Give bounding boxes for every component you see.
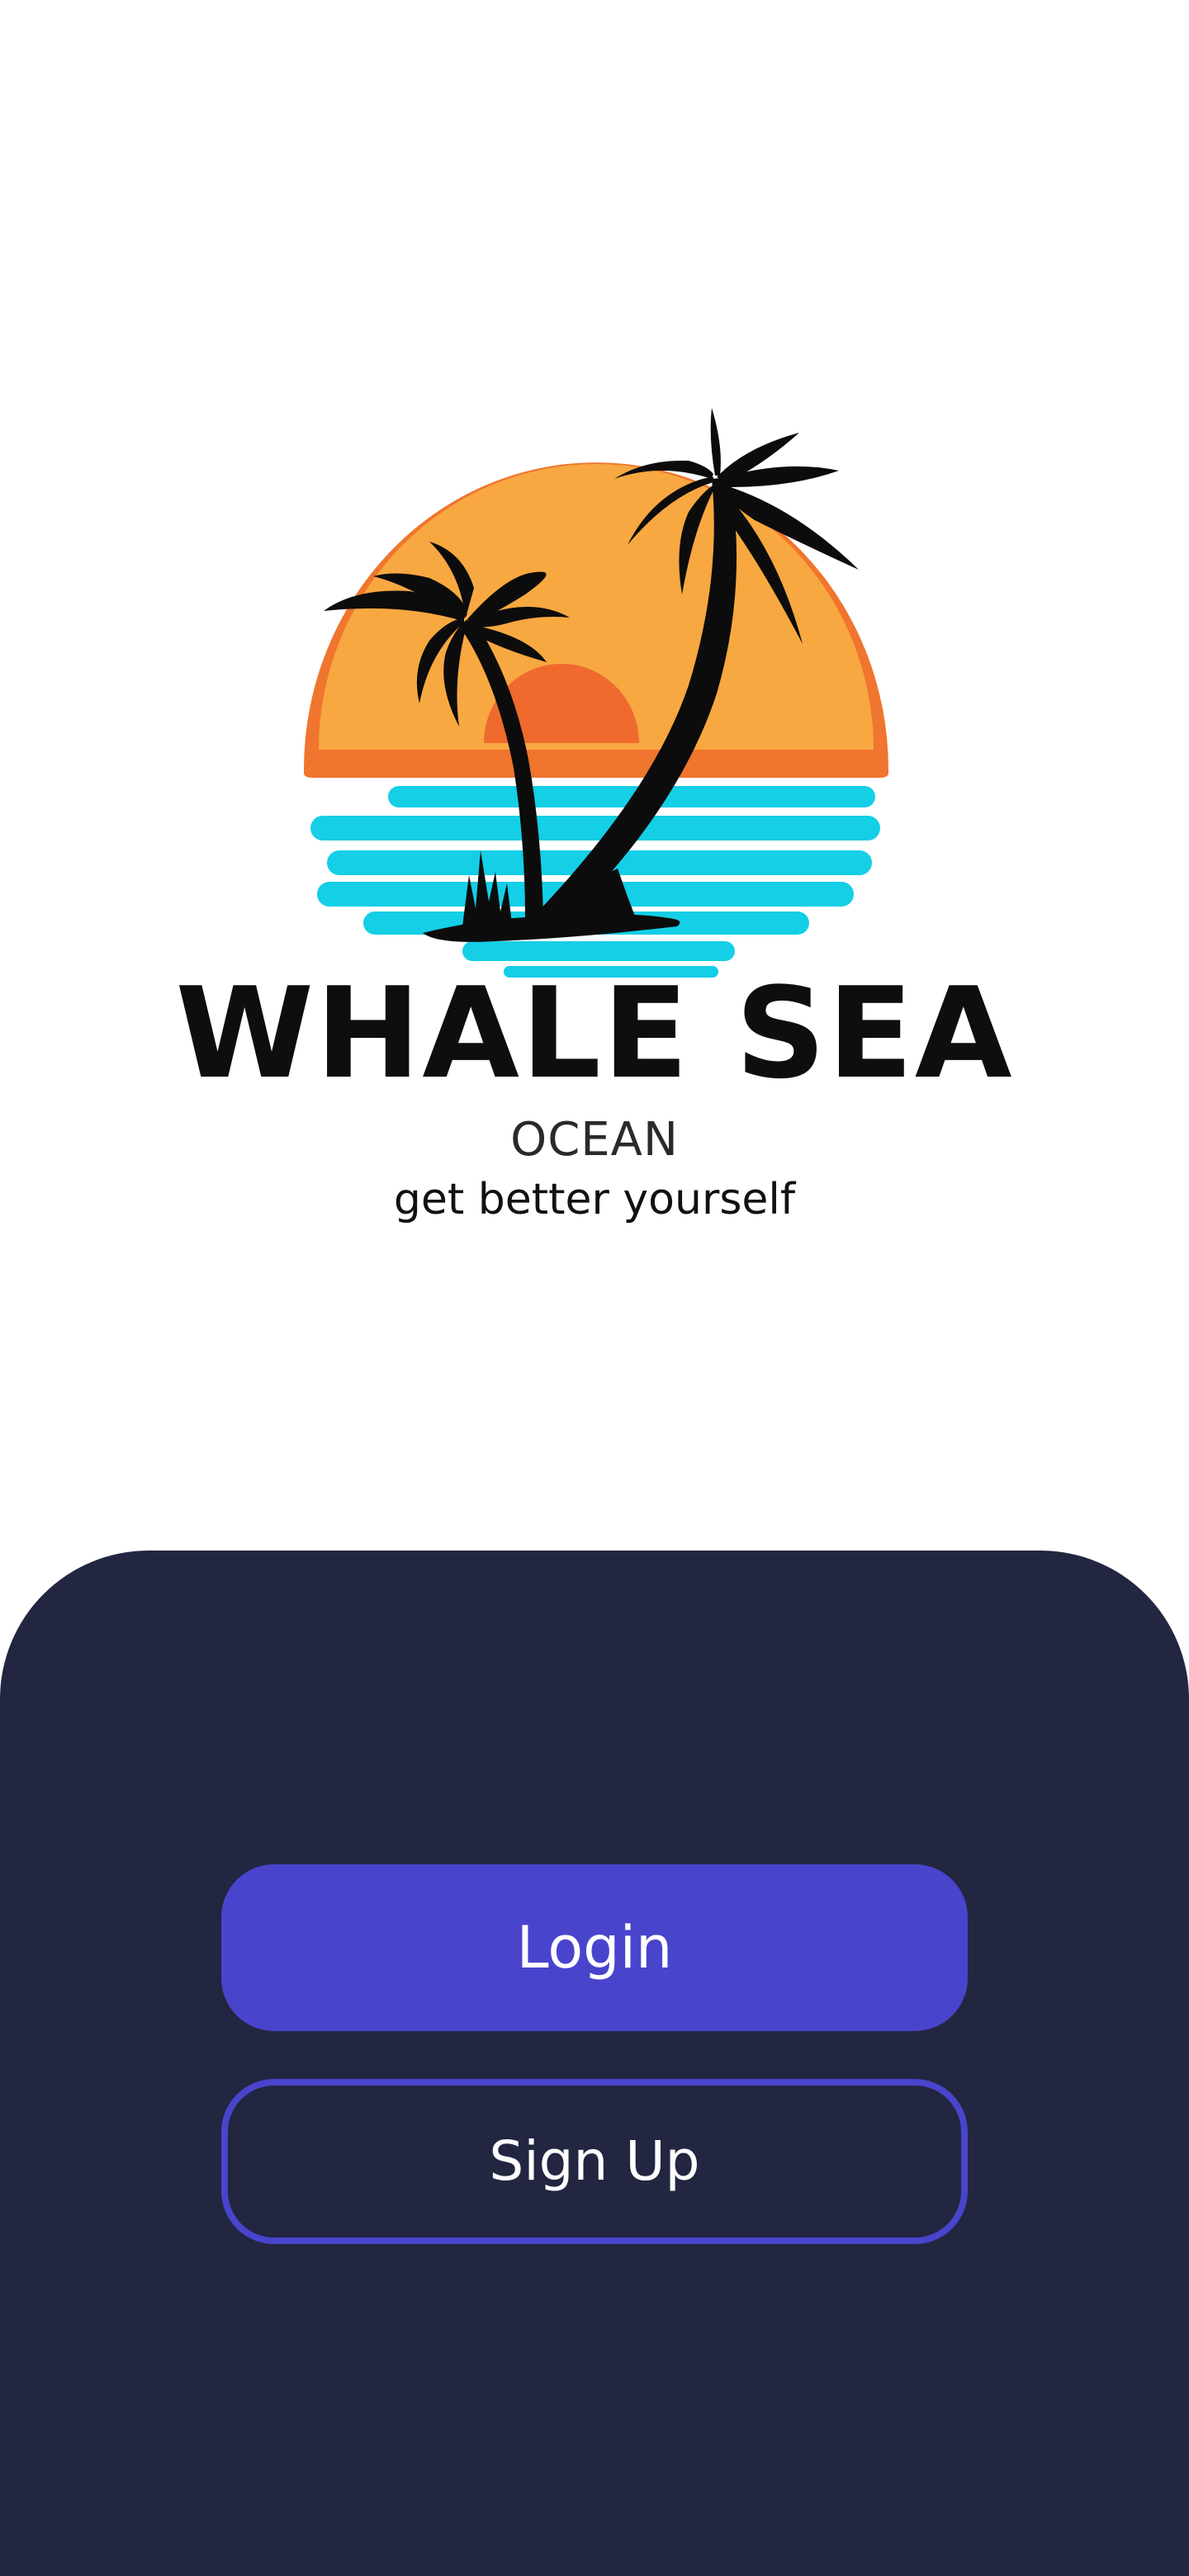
- palm-sunset-logo-icon: [304, 408, 888, 978]
- logo-area: WHALE SEA OCEAN get better yourself: [0, 0, 1189, 1552]
- brand-subtitle: OCEAN: [510, 1113, 679, 1167]
- auth-panel: Login Sign Up: [0, 1551, 1189, 2576]
- signup-button[interactable]: Sign Up: [221, 2079, 968, 2244]
- brand-title: WHALE SEA: [175, 960, 1014, 1106]
- tagline: get better yourself: [393, 1175, 796, 1224]
- login-button[interactable]: Login: [221, 1864, 968, 2031]
